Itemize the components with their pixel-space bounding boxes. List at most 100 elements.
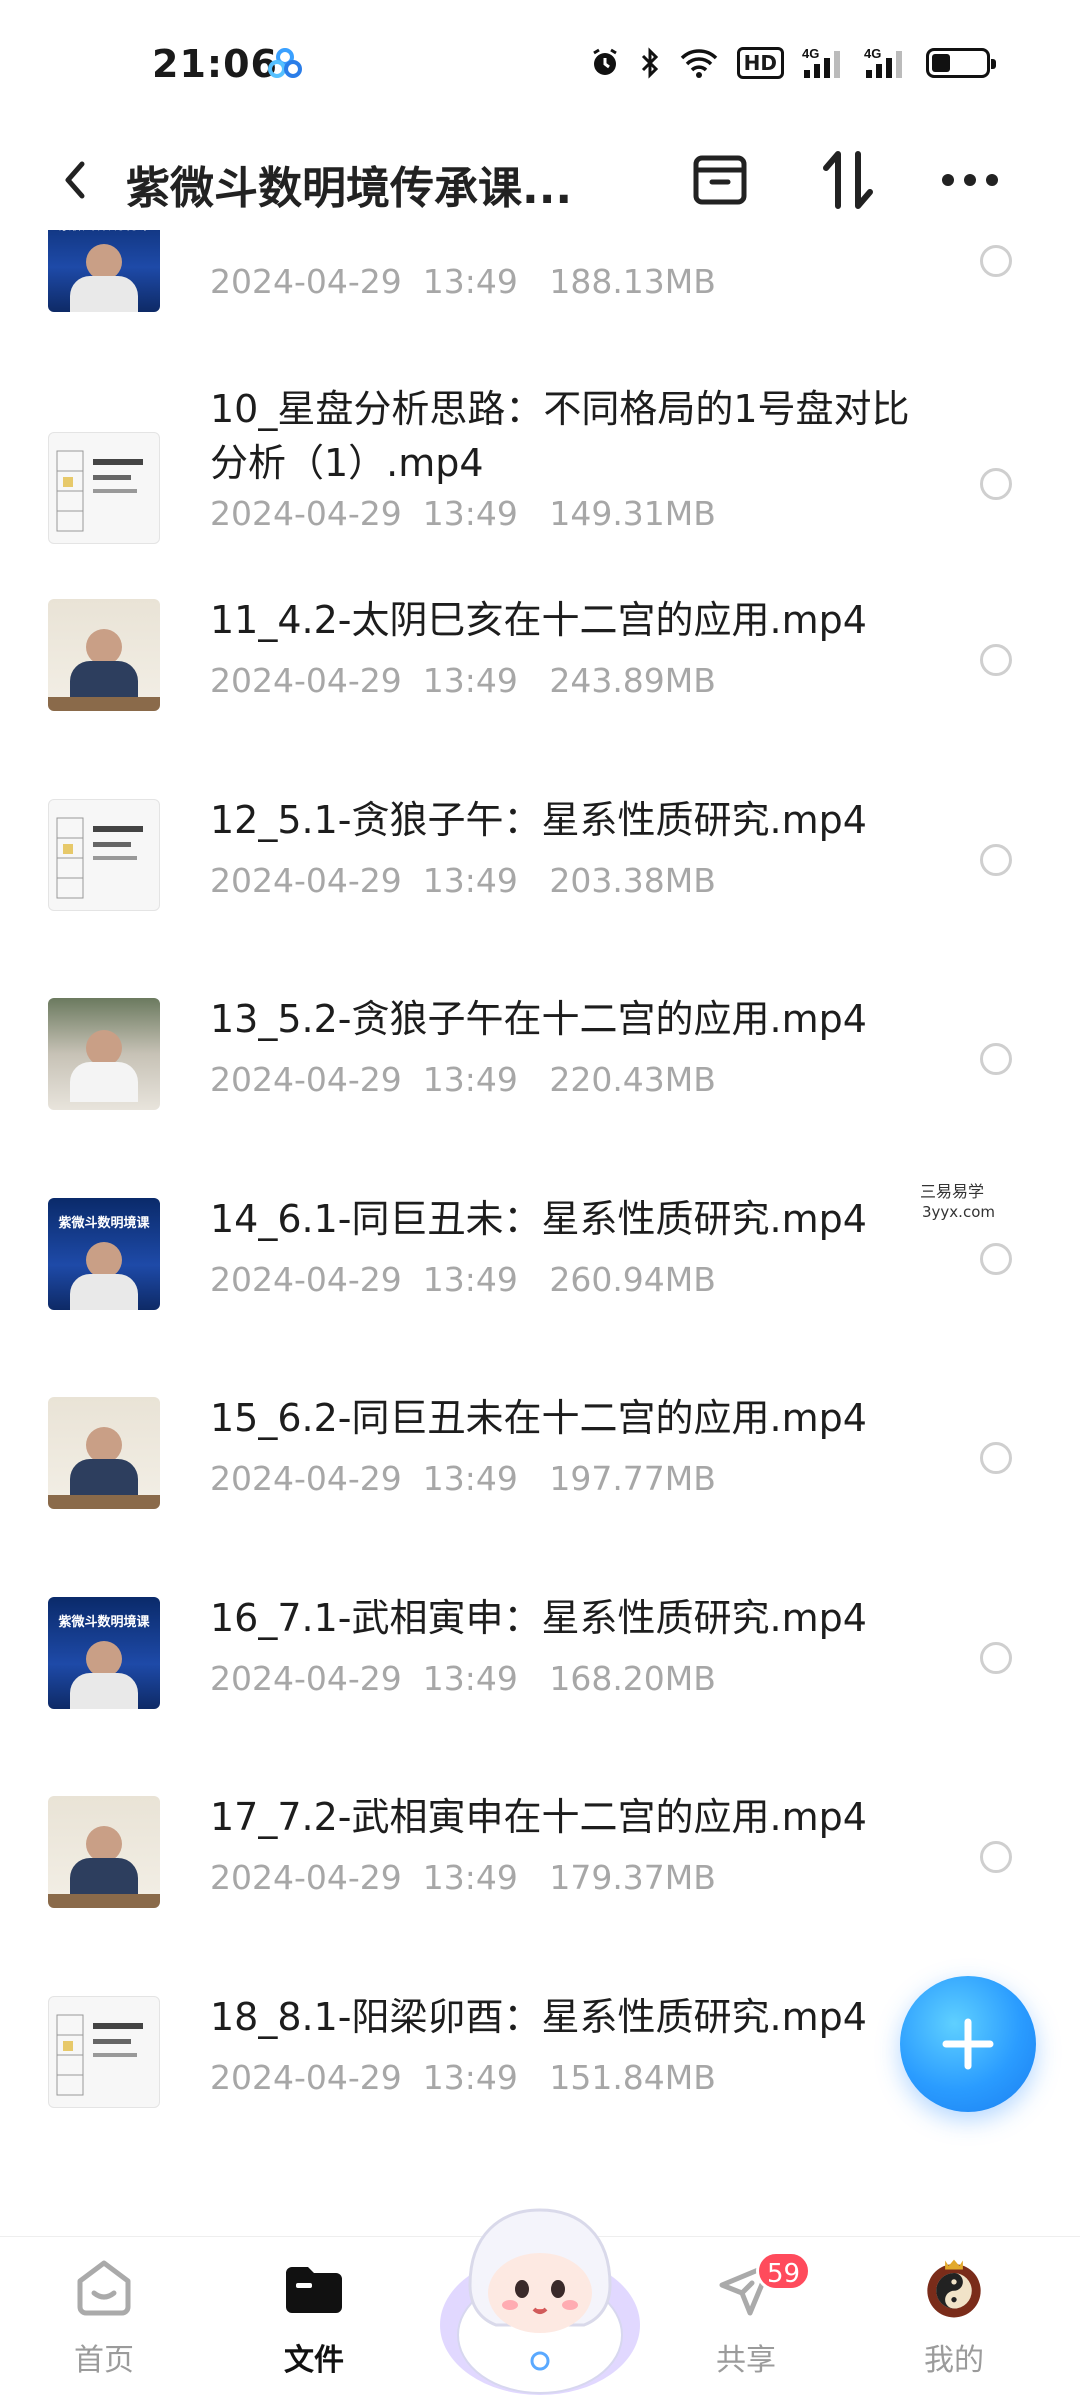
alarm-icon (589, 47, 621, 79)
file-meta: 2024-04-29 13:49 197.77MB (210, 1459, 716, 1498)
tab-files[interactable]: 文件 (244, 2257, 384, 2397)
video-thumbnail (48, 1995, 160, 2108)
document-preview (56, 817, 143, 898)
more-icon (942, 174, 998, 186)
tab-home[interactable]: 首页 (34, 2257, 174, 2397)
presenter-body (70, 661, 138, 701)
video-thumbnail: 紫微斗数明境课 (48, 1596, 160, 1709)
status-bar: 21:06 HD 4G 4G (0, 0, 1080, 135)
select-checkbox[interactable] (980, 1242, 1012, 1275)
video-thumbnail: 紫微斗数明境课 (48, 1197, 160, 1310)
presenter-body (70, 1672, 138, 1709)
signal-icon-1: 4G (802, 46, 846, 80)
folder-title: 紫微斗数明境传承课... (126, 163, 573, 214)
presenter-head (86, 1241, 122, 1278)
presenter-head (86, 244, 122, 280)
tab-home-label: 首页 (74, 2343, 134, 2378)
file-row[interactable]: 13_5.2-贪狼子午在十二宫的应用.mp4 2024-04-29 13:49 2… (0, 940, 1080, 1143)
app-notification-icon (268, 48, 302, 82)
thumbnail-caption: 紫微斗数明境课 (58, 1215, 150, 1231)
svg-text:4G: 4G (802, 46, 819, 61)
signal-icon-2: 4G (864, 46, 908, 80)
presenter-body (70, 1062, 138, 1102)
file-row[interactable]: 15_6.2-同巨丑未在十二宫的应用.mp4 2024-04-29 13:49 1… (0, 1339, 1080, 1542)
file-meta: 2024-04-29 13:49 168.20MB (210, 1658, 716, 1698)
video-thumbnail (48, 1796, 160, 1908)
file-name: 12_5.1-贪狼子午：星系性质研究.mp4 (210, 797, 867, 842)
file-meta: 2024-04-29 13:49 260.94MB (210, 1259, 716, 1299)
file-name: 17_7.2-武相寅申在十二宫的应用.mp4 (210, 1795, 867, 1839)
presenter-head (86, 1826, 122, 1862)
tab-files-label: 文件 (284, 2343, 344, 2378)
watermark-url: 3yyx.com (922, 1203, 995, 1221)
file-row[interactable]: 12_5.1-贪狼子午：星系性质研究.mp4 2024-04-29 13:49 2… (0, 741, 1080, 944)
select-checkbox[interactable] (980, 245, 1012, 277)
document-preview (56, 2014, 143, 2095)
file-row[interactable]: 紫微斗数明境课 16_7.1-武相寅申：星系性质研究.mp4 2024-04-29 … (0, 1539, 1080, 1742)
presenter-body (70, 1459, 138, 1499)
presenter-head (86, 629, 122, 665)
tab-mine-label: 我的 (924, 2343, 984, 2378)
select-checkbox[interactable] (980, 1841, 1012, 1873)
file-row[interactable]: 紫微斗数明境课 2024-04-29 13:49 188.13MB (0, 230, 1080, 345)
video-thumbnail (48, 431, 160, 544)
file-row[interactable]: 17_7.2-武相寅申在十二宫的应用.mp4 2024-04-29 13:49 1… (0, 1738, 1080, 1941)
folder-icon (282, 2257, 346, 2321)
desk (48, 697, 160, 711)
presenter-body (70, 1273, 138, 1310)
video-thumbnail (48, 998, 160, 1110)
tab-share[interactable]: 59 共享 (676, 2251, 816, 2397)
video-thumbnail (48, 599, 160, 711)
file-meta: 2024-04-29 13:49 151.84MB (210, 2057, 716, 2097)
select-checkbox[interactable] (980, 1442, 1012, 1474)
select-checkbox[interactable] (980, 843, 1012, 876)
video-thumbnail: 紫微斗数明境课 (48, 230, 160, 312)
file-list[interactable]: 紫微斗数明境课 2024-04-29 13:49 188.13MB 10_星盘分析思… (0, 230, 1080, 2230)
svg-text:4G: 4G (864, 46, 881, 61)
file-name: 15_6.2-同巨丑未在十二宫的应用.mp4 (210, 1396, 867, 1440)
bluetooth-icon (639, 47, 661, 79)
add-button[interactable] (900, 1976, 1036, 2112)
presenter-body (70, 1858, 138, 1898)
plus-icon (942, 2018, 994, 2070)
file-name: 13_5.2-贪狼子午在十二宫的应用.mp4 (210, 997, 867, 1041)
back-button[interactable] (52, 150, 112, 210)
share-badge: 59 (756, 2251, 812, 2291)
select-checkbox[interactable] (980, 1043, 1012, 1075)
desk (48, 1495, 160, 1509)
file-meta: 2024-04-29 13:49 188.13MB (210, 262, 716, 301)
back-icon (65, 161, 85, 199)
file-meta: 2024-04-29 13:49 243.89MB (210, 661, 716, 700)
video-thumbnail (48, 798, 160, 911)
presenter-head (86, 1640, 122, 1677)
file-row[interactable]: 10_星盘分析思路：不同格局的1号盘对比分析（1）.mp4 2024-04-29 … (0, 342, 1080, 545)
presenter-body (70, 276, 138, 312)
avatar (922, 2257, 986, 2321)
sort-icon (823, 151, 873, 209)
file-row[interactable]: 紫微斗数明境课 14_6.1-同巨丑未：星系性质研究.mp4 2024-04-29 … (0, 1140, 1080, 1343)
watermark-text: 三易易学 (920, 1182, 985, 1201)
select-checkbox[interactable] (980, 1641, 1012, 1674)
file-name: 14_6.1-同巨丑未：星系性质研究.mp4 (210, 1196, 867, 1241)
select-checkbox[interactable] (980, 644, 1012, 676)
thumbnail-caption: 紫微斗数明境课 (58, 1614, 150, 1630)
assistant-mascot-button[interactable] (430, 2175, 650, 2400)
sort-button[interactable] (812, 144, 884, 216)
multi-select-button[interactable] (684, 144, 756, 216)
file-row[interactable]: 11_4.2-太阴巳亥在十二宫的应用.mp4 2024-04-29 13:49 2… (0, 541, 1080, 744)
wifi-icon (679, 47, 719, 79)
mascot-icon (440, 2208, 640, 2395)
file-meta: 2024-04-29 13:49 220.43MB (210, 1060, 716, 1099)
home-icon (72, 2257, 136, 2321)
file-meta: 2024-04-29 13:49 179.37MB (210, 1858, 716, 1897)
tab-mine[interactable]: 我的 (884, 2257, 1024, 2397)
more-button[interactable] (934, 144, 1006, 216)
document-preview (56, 450, 143, 531)
presenter-head (86, 1427, 122, 1463)
file-name: 10_星盘分析思路：不同格局的1号盘对比分析（1）.mp4 (210, 386, 910, 485)
presenter-head (86, 1030, 122, 1066)
battery-icon (926, 48, 996, 78)
select-checkbox[interactable] (980, 467, 1012, 500)
video-thumbnail (48, 1397, 160, 1509)
file-name: 16_7.1-武相寅申：星系性质研究.mp4 (210, 1595, 867, 1640)
